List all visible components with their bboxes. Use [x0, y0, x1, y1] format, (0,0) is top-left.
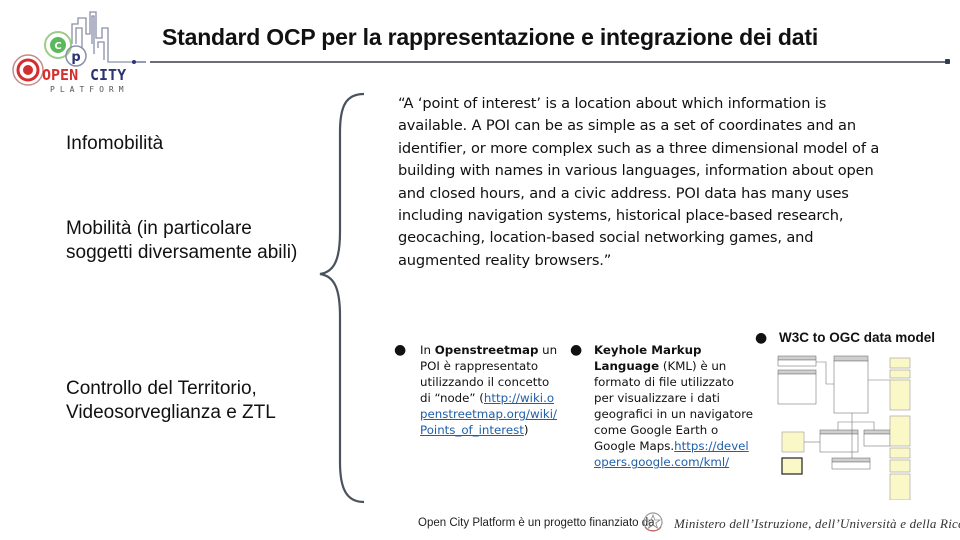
slide-title: Standard OCP per la rappresentazione e i… — [162, 24, 819, 50]
title-divider — [150, 61, 947, 63]
uml-class-box — [833, 355, 869, 414]
red-o-icon — [12, 54, 44, 86]
uml-class-diagram — [777, 355, 911, 500]
bullet-openstreetmap: In Openstreetmap un POI è rappresentato … — [420, 342, 560, 438]
bullet-suffix: ) — [523, 423, 529, 437]
curly-brace-icon — [319, 92, 365, 504]
logo-city-text: CITY — [90, 66, 126, 84]
poi-definition-quote: “A ‘point of interest’ is a location abo… — [398, 95, 880, 269]
uml-class-box — [831, 457, 871, 470]
bullet-icon: ● — [570, 342, 583, 358]
bullet-bold-term: Openstreetmap — [434, 343, 539, 357]
label-controllo-territorio: Controllo del Territorio, Videosorveglia… — [66, 378, 276, 423]
uml-class-box — [863, 429, 891, 447]
navy-p-icon: p — [65, 45, 87, 67]
divider-end-dot-icon — [945, 59, 950, 64]
italian-republic-emblem-icon — [643, 512, 663, 532]
bullet-prefix: In — [420, 343, 435, 357]
bullet-kml: Keyhole Markup Language (KML) è un forma… — [594, 342, 754, 470]
funding-statement: Open City Platform è un progetto finanzi… — [418, 517, 655, 529]
logo-open-text: OPEN — [42, 66, 78, 84]
logo-platform-text: PLATFORM — [50, 85, 129, 94]
open-city-platform-logo: C p OPEN CITY PLATFORM — [12, 11, 146, 94]
skyline-icon — [71, 11, 134, 63]
ministry-name: Ministero dell’Istruzione, dell’Universi… — [674, 516, 960, 531]
connector-dot-icon — [132, 60, 136, 64]
label-mobilita: Mobilità (in particolare soggetti divers… — [66, 218, 298, 263]
label-infomobilita: Infomobilità — [66, 133, 164, 154]
uml-class-box — [777, 369, 817, 405]
bullet-icon: ● — [755, 330, 768, 346]
svg-text:C: C — [54, 41, 61, 52]
bullet-icon: ● — [394, 342, 407, 358]
bullet-w3c-ogc: W3C to OGC data model — [779, 330, 936, 345]
uml-class-box — [777, 355, 817, 367]
green-c-icon: C — [44, 31, 72, 59]
svg-text:p: p — [71, 50, 80, 65]
